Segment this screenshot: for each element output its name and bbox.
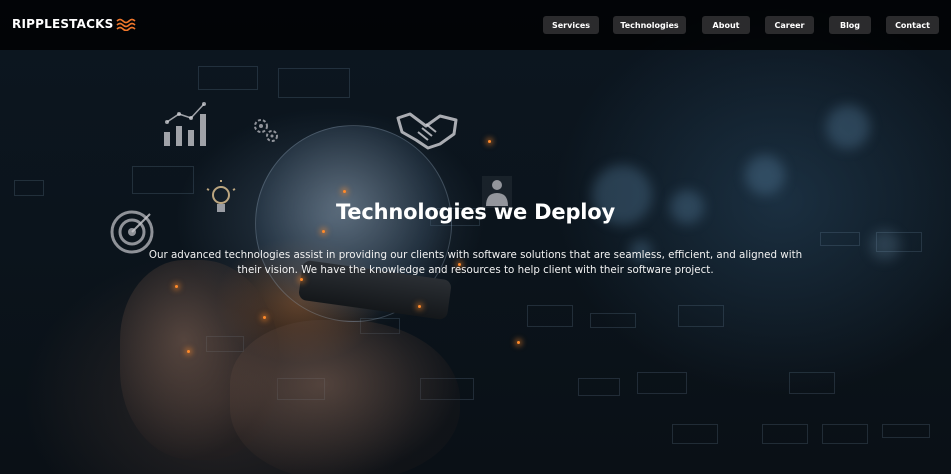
hero-title: Technologies we Deploy (335, 200, 616, 224)
nav-career-button[interactable]: Career (765, 16, 814, 34)
nav-technologies-button[interactable]: Technologies (613, 16, 686, 34)
handshake-icon (396, 112, 458, 150)
hero-description: Our advanced technologies assist in prov… (148, 249, 803, 276)
nav-contact-button[interactable]: Contact (886, 16, 939, 34)
brand-logo[interactable]: RIPPLESTACKS (12, 17, 137, 31)
bar-chart-icon (164, 102, 206, 146)
top-navbar: RIPPLESTACKS Services Technologies About… (0, 0, 951, 50)
nav-blog-button[interactable]: Blog (829, 16, 871, 34)
gears-icon (254, 119, 278, 142)
page: RIPPLESTACKS Services Technologies About… (0, 0, 951, 474)
brand-name: RIPPLESTACKS (12, 17, 114, 31)
wave-icon (116, 18, 137, 31)
nav-about-button[interactable]: About (702, 16, 750, 34)
nav-services-button[interactable]: Services (543, 16, 599, 34)
